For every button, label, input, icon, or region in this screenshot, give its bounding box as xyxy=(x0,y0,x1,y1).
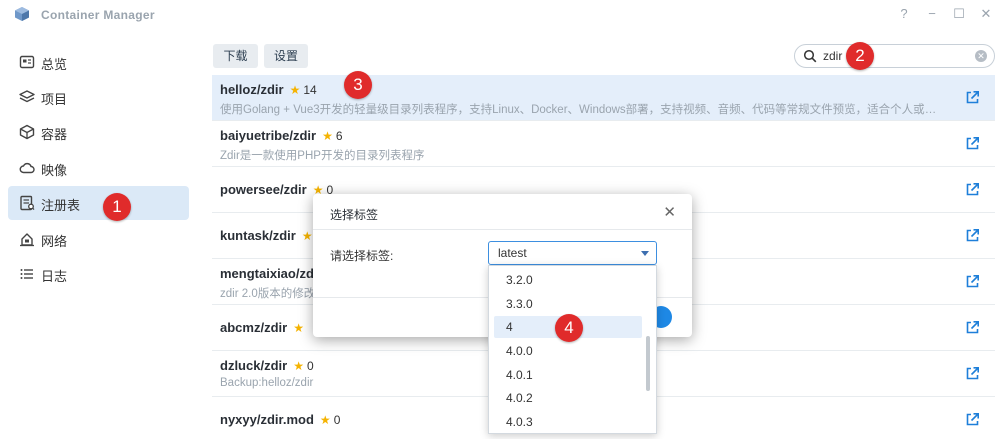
external-link-icon[interactable] xyxy=(965,90,980,105)
sidebar-item-overview[interactable]: 总览 xyxy=(8,45,189,79)
repo-name: mengtaixiao/zd xyxy=(220,266,314,281)
settings-button[interactable]: 设置 xyxy=(264,44,308,68)
sidebar-item-label: 网络 xyxy=(41,234,68,249)
sidebar-item-label: 映像 xyxy=(41,163,68,178)
external-link-icon[interactable] xyxy=(965,182,980,197)
tag-select[interactable]: latest xyxy=(488,241,657,265)
star-count: 0 xyxy=(306,359,314,373)
tag-dropdown-list: 3.2.0 3.3.0 4 4.0.0 4.0.1 4.0.2 4.0.3 xyxy=(488,265,657,434)
external-link-icon[interactable] xyxy=(965,412,980,427)
maximize-icon[interactable]: ☐ xyxy=(951,6,967,22)
title-bar: Container Manager ? − ☐ ✕ xyxy=(0,0,1000,30)
minimize-icon[interactable]: − xyxy=(924,6,940,22)
repo-description: Zdir是一款使用PHP开发的目录列表程序 xyxy=(220,150,425,162)
external-link-icon[interactable] xyxy=(965,274,980,289)
star-count: 14 xyxy=(303,83,317,97)
divider xyxy=(313,229,692,230)
annotation-badge: 3 xyxy=(344,71,372,99)
close-icon[interactable]: ✕ xyxy=(978,6,994,22)
dialog-close-icon[interactable]: ✕ xyxy=(663,203,676,221)
external-link-icon[interactable] xyxy=(965,136,980,151)
annotation-badge: 1 xyxy=(103,193,131,221)
sidebar-item-label: 项目 xyxy=(41,92,68,107)
layers-icon xyxy=(19,90,35,103)
cloud-icon xyxy=(19,162,35,174)
tag-option[interactable]: 3.3.0 xyxy=(494,293,642,315)
app-title: Container Manager xyxy=(41,8,155,22)
repo-name: powersee/zdir xyxy=(220,182,307,197)
tag-label: 请选择标签: xyxy=(330,249,394,263)
tag-option[interactable]: 4.0.0 xyxy=(494,340,642,362)
caret-down-icon xyxy=(641,251,649,256)
star-icon: ★ xyxy=(319,413,331,427)
dialog-title: 选择标签 xyxy=(330,208,379,222)
table-row[interactable]: helloz/zdir ★ 14 使用Golang + Vue3开发的轻量级目录列表… xyxy=(212,75,995,121)
repo-name: baiyuetribe/zdir xyxy=(220,128,317,143)
repo-name: nyxyy/zdir.mod xyxy=(220,412,314,427)
clear-search-icon[interactable]: ✕ xyxy=(975,50,987,62)
star-icon: ★ xyxy=(293,321,304,335)
help-icon[interactable]: ? xyxy=(896,6,912,22)
table-row[interactable]: baiyuetribe/zdir ★ 6 Zdir是一款使用PHP开发的目录列表程序 xyxy=(212,121,995,167)
annotation-badge: 2 xyxy=(846,42,874,70)
sidebar-item-label: 总览 xyxy=(41,57,68,72)
external-link-icon[interactable] xyxy=(965,366,980,381)
repo-name: kuntask/zdir xyxy=(220,228,296,243)
container-manager-logo-icon xyxy=(15,7,29,21)
search-input[interactable] xyxy=(823,48,963,64)
sidebar-item-label: 容器 xyxy=(41,127,68,142)
repo-name: dzluck/zdir xyxy=(220,358,288,373)
tag-select-value: latest xyxy=(498,246,527,260)
star-count: 6 xyxy=(335,129,343,143)
dropdown-scrollbar[interactable] xyxy=(646,336,650,391)
tag-option[interactable]: 3.2.0 xyxy=(494,269,642,291)
star-count: 0 xyxy=(333,413,341,427)
network-icon xyxy=(20,233,34,247)
search-box: ✕ xyxy=(794,44,995,68)
repo-description: 使用Golang + Vue3开发的轻量级目录列表程序，支持Linux、Dock… xyxy=(220,104,945,116)
sidebar-item-network[interactable]: 网络 xyxy=(8,222,189,256)
repo-name: helloz/zdir xyxy=(220,82,284,97)
tag-option[interactable]: 4.0.3 xyxy=(494,411,642,433)
sidebar-item-label: 注册表 xyxy=(41,198,81,213)
cube-icon xyxy=(19,124,35,140)
tag-option[interactable]: 4.0.2 xyxy=(494,387,642,409)
star-icon: ★ xyxy=(293,359,304,373)
star-icon: ★ xyxy=(322,129,333,143)
sidebar-item-registry[interactable]: 注册表 xyxy=(8,186,189,220)
sidebar-item-logs[interactable]: 日志 xyxy=(8,257,189,291)
annotation-badge: 4 xyxy=(555,314,583,342)
overview-icon xyxy=(19,55,35,69)
sidebar-item-projects[interactable]: 项目 xyxy=(8,80,189,114)
search-icon xyxy=(803,49,817,63)
sidebar-item-images[interactable]: 映像 xyxy=(8,151,189,185)
sidebar-item-containers[interactable]: 容器 xyxy=(8,115,189,149)
star-icon: ★ xyxy=(289,83,301,97)
tag-option[interactable]: 4.0.1 xyxy=(494,364,642,386)
sidebar-item-label: 日志 xyxy=(41,269,68,284)
repo-name: abcmz/zdir xyxy=(220,320,288,335)
star-icon: ★ xyxy=(301,229,313,243)
sidebar: 总览 项目 容器 映像 注册表 网络 日志 xyxy=(0,30,200,439)
download-button[interactable]: 下载 xyxy=(213,44,258,68)
registry-icon xyxy=(20,195,35,211)
external-link-icon[interactable] xyxy=(965,320,980,335)
log-list-icon xyxy=(20,269,33,279)
external-link-icon[interactable] xyxy=(965,228,980,243)
